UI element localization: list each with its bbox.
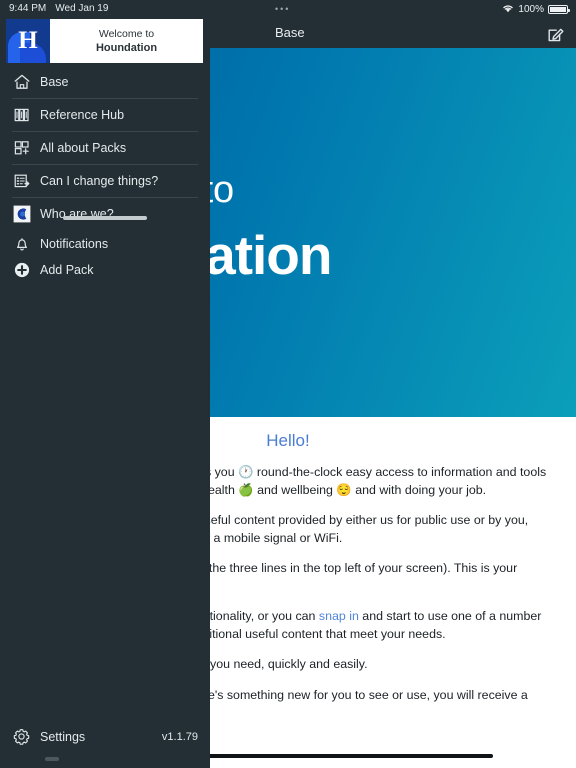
drawer-bottom-handle bbox=[45, 757, 59, 761]
company-logo-icon bbox=[12, 205, 31, 224]
brand-logo-caption: Welcome to Houndation bbox=[50, 19, 203, 63]
sidebar-item-notifications[interactable]: Notifications bbox=[0, 231, 210, 257]
battery-percent-label: 100% bbox=[518, 4, 544, 15]
sidebar-item-who-are-we[interactable]: Who are we? bbox=[0, 198, 210, 230]
brand-logo-tile: H bbox=[6, 19, 50, 63]
logo-welcome-line: Welcome to bbox=[98, 28, 155, 40]
sidebar-item-label: Base bbox=[40, 75, 69, 89]
home-indicator bbox=[183, 754, 493, 758]
plus-circle-icon bbox=[12, 261, 31, 280]
status-time: 9:44 PM bbox=[9, 3, 47, 14]
drawer-drag-handle[interactable] bbox=[63, 216, 147, 220]
drawer-logo-header[interactable]: H Welcome to Houndation bbox=[6, 19, 203, 63]
settings-label: Settings bbox=[40, 729, 86, 744]
status-bar-right: 100% bbox=[502, 3, 570, 16]
drawer-status-bar: 9:44 PM Wed Jan 19 bbox=[9, 3, 108, 14]
sidebar-item-reference-hub[interactable]: Reference Hub bbox=[0, 99, 210, 131]
navigation-drawer: 9:44 PM Wed Jan 19 H Welcome to Houndati… bbox=[0, 0, 210, 768]
sidebar-item-label: Can I change things? bbox=[40, 174, 159, 188]
logo-brand-line: Houndation bbox=[95, 42, 158, 54]
drawer-primary-menu: Base Reference Hub All about Packs Can I… bbox=[0, 66, 210, 230]
wifi-icon bbox=[502, 3, 514, 16]
drawer-footer: Settings v1.1.79 bbox=[0, 727, 210, 746]
sidebar-item-add-pack[interactable]: Add Pack bbox=[0, 257, 210, 283]
sidebar-item-label: Reference Hub bbox=[40, 108, 125, 122]
sidebar-item-label: Notifications bbox=[40, 237, 109, 251]
tablet-screen: ••• 100% Base to Hello! Welcome to your … bbox=[0, 0, 576, 768]
sidebar-item-label: All about Packs bbox=[40, 141, 127, 155]
snap-in-link[interactable]: snap in bbox=[319, 609, 359, 623]
compose-icon[interactable] bbox=[544, 23, 566, 45]
sidebar-item-base[interactable]: Base bbox=[0, 66, 210, 98]
status-dots: ••• bbox=[275, 4, 291, 14]
drawer-secondary-menu: Notifications Add Pack bbox=[0, 231, 210, 283]
sidebar-item-label: Add Pack bbox=[40, 263, 94, 277]
books-icon bbox=[12, 106, 31, 125]
bell-icon bbox=[12, 235, 31, 254]
status-date: Wed Jan 19 bbox=[55, 3, 109, 14]
app-version-label: v1.1.79 bbox=[161, 730, 198, 743]
gear-icon[interactable] bbox=[12, 727, 31, 746]
grid-plus-icon bbox=[12, 139, 31, 158]
form-arrow-icon bbox=[12, 172, 31, 191]
page-title: Base bbox=[275, 25, 305, 40]
sidebar-item-all-about-packs[interactable]: All about Packs bbox=[0, 132, 210, 164]
logo-letter: H bbox=[18, 27, 38, 54]
sidebar-item-can-i-change-things[interactable]: Can I change things? bbox=[0, 165, 210, 197]
home-icon bbox=[12, 73, 31, 92]
battery-icon bbox=[548, 5, 570, 14]
